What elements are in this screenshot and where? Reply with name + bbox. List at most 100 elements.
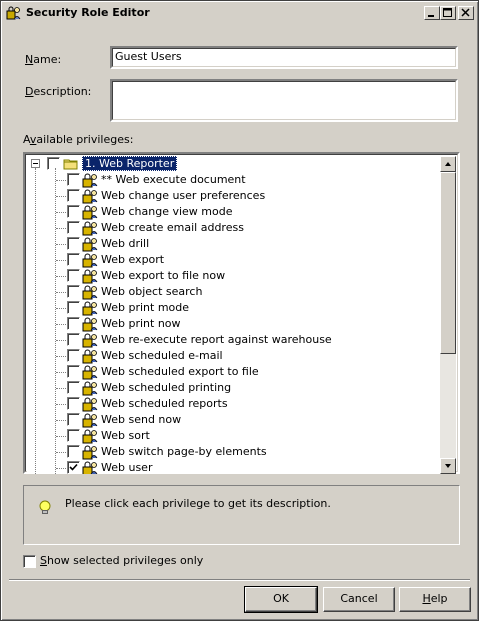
- maximize-icon: [443, 8, 452, 17]
- scroll-thumb[interactable]: [440, 172, 456, 354]
- arrow-down-icon: [445, 464, 451, 468]
- privilege-checkbox[interactable]: [67, 461, 80, 474]
- privilege-checkbox[interactable]: [67, 285, 80, 298]
- privilege-row[interactable]: Web scheduled reports: [27, 396, 444, 412]
- arrow-up-icon: [445, 162, 451, 166]
- privilege-row[interactable]: Web drill: [27, 236, 444, 252]
- privilege-checkbox[interactable]: [67, 205, 80, 218]
- privilege-lock-icon: [82, 269, 98, 284]
- privilege-label: Web print now: [101, 317, 181, 330]
- tree-root-row[interactable]: 1. Web Reporter: [27, 156, 444, 172]
- help-button[interactable]: Help: [399, 587, 471, 612]
- privilege-checkbox[interactable]: [67, 221, 80, 234]
- privilege-row[interactable]: Web change view mode: [27, 204, 444, 220]
- privilege-label: Web change user preferences: [101, 189, 266, 202]
- privilege-lock-icon: [82, 429, 98, 444]
- privilege-lock-icon: [82, 445, 98, 460]
- privilege-lock-icon: [82, 333, 98, 348]
- checkmark-icon: [69, 463, 78, 471]
- privilege-lock-icon: [82, 285, 98, 300]
- available-privileges-label: Available privileges:: [23, 133, 134, 146]
- root-checkbox[interactable]: [47, 157, 60, 170]
- description-label: Description:: [25, 85, 92, 98]
- privilege-checkbox[interactable]: [67, 189, 80, 202]
- lightbulb-icon: [39, 500, 51, 514]
- privilege-row[interactable]: Web create email address: [27, 220, 444, 236]
- privilege-checkbox[interactable]: [67, 413, 80, 426]
- privilege-label: Web create email address: [101, 221, 244, 234]
- title-bar: Security Role Editor: [4, 4, 475, 22]
- privilege-lock-icon: [82, 397, 98, 412]
- privilege-row[interactable]: Web re-execute report against warehouse: [27, 332, 444, 348]
- privilege-lock-icon: [82, 253, 98, 268]
- cancel-button[interactable]: Cancel: [323, 587, 395, 612]
- show-selected-checkbox[interactable]: [23, 555, 36, 568]
- tree-scrollbar[interactable]: [440, 156, 456, 474]
- tree-root-label[interactable]: 1. Web Reporter: [82, 156, 178, 171]
- privilege-description-panel: Please click each privilege to get its d…: [23, 485, 460, 545]
- privilege-checkbox[interactable]: [67, 301, 80, 314]
- privilege-row[interactable]: Web change user preferences: [27, 188, 444, 204]
- privilege-label: Web scheduled export to file: [101, 365, 259, 378]
- maximize-button[interactable]: [440, 6, 456, 20]
- privilege-checkbox[interactable]: [67, 445, 80, 458]
- privilege-lock-icon: [82, 413, 98, 428]
- privilege-label: Web sort: [101, 429, 150, 442]
- privilege-label: Web send now: [101, 413, 182, 426]
- footer-separator: [9, 579, 470, 581]
- privilege-checkbox[interactable]: [67, 365, 80, 378]
- privilege-lock-icon: [82, 173, 98, 188]
- scroll-up-button[interactable]: [440, 156, 456, 172]
- privilege-lock-icon: [82, 461, 98, 474]
- security-role-editor-window: Security Role Editor Name: Guest Users D…: [0, 0, 479, 621]
- privilege-label: ** Web execute document: [101, 173, 246, 186]
- close-icon: [461, 8, 470, 17]
- privilege-label: Web scheduled printing: [101, 381, 232, 394]
- privilege-label: Web print mode: [101, 301, 190, 314]
- privilege-row[interactable]: Web print mode: [27, 300, 444, 316]
- privilege-row[interactable]: Web switch page-by elements: [27, 444, 444, 460]
- privilege-checkbox[interactable]: [67, 253, 80, 266]
- privilege-checkbox[interactable]: [67, 317, 80, 330]
- privilege-lock-icon: [82, 301, 98, 316]
- privilege-checkbox[interactable]: [67, 397, 80, 410]
- name-value: Guest Users: [115, 50, 182, 63]
- window-title: Security Role Editor: [26, 6, 150, 19]
- scroll-down-button[interactable]: [440, 458, 456, 474]
- privilege-checkbox[interactable]: [67, 237, 80, 250]
- privilege-row[interactable]: Web scheduled export to file: [27, 364, 444, 380]
- privilege-label: Web export: [101, 253, 165, 266]
- privileges-tree[interactable]: 1. Web Reporter ** Web execute document W…: [23, 152, 460, 474]
- privilege-lock-icon: [82, 205, 98, 220]
- ok-button[interactable]: OK: [244, 586, 318, 613]
- privilege-checkbox[interactable]: [67, 349, 80, 362]
- privilege-label: Web user: [101, 461, 153, 474]
- privilege-row[interactable]: Web scheduled printing: [27, 380, 444, 396]
- privilege-row[interactable]: Web export to file now: [27, 268, 444, 284]
- privilege-row[interactable]: Web user: [27, 460, 444, 474]
- minimize-button[interactable]: [424, 6, 440, 20]
- minimize-icon: [428, 15, 434, 17]
- privilege-row[interactable]: ** Web execute document: [27, 172, 444, 188]
- show-selected-option[interactable]: Show selected privileges only: [23, 554, 223, 570]
- privilege-row[interactable]: Web sort: [27, 428, 444, 444]
- privilege-checkbox[interactable]: [67, 429, 80, 442]
- privilege-checkbox[interactable]: [67, 333, 80, 346]
- description-field[interactable]: [110, 79, 458, 122]
- privilege-checkbox[interactable]: [67, 269, 80, 282]
- name-field[interactable]: Guest Users: [110, 46, 458, 69]
- close-button[interactable]: [458, 6, 474, 20]
- folder-icon: [63, 159, 78, 170]
- privilege-row[interactable]: Web export: [27, 252, 444, 268]
- privilege-row[interactable]: Web print now: [27, 316, 444, 332]
- privilege-lock-icon: [82, 349, 98, 364]
- privilege-row[interactable]: Web object search: [27, 284, 444, 300]
- privilege-checkbox[interactable]: [67, 381, 80, 394]
- privilege-checkbox[interactable]: [67, 173, 80, 186]
- privilege-row[interactable]: Web send now: [27, 412, 444, 428]
- privilege-lock-icon: [82, 237, 98, 252]
- privilege-label: Web switch page-by elements: [101, 445, 267, 458]
- privilege-label: Web export to file now: [101, 269, 226, 282]
- collapse-icon[interactable]: [31, 159, 40, 168]
- privilege-row[interactable]: Web scheduled e-mail: [27, 348, 444, 364]
